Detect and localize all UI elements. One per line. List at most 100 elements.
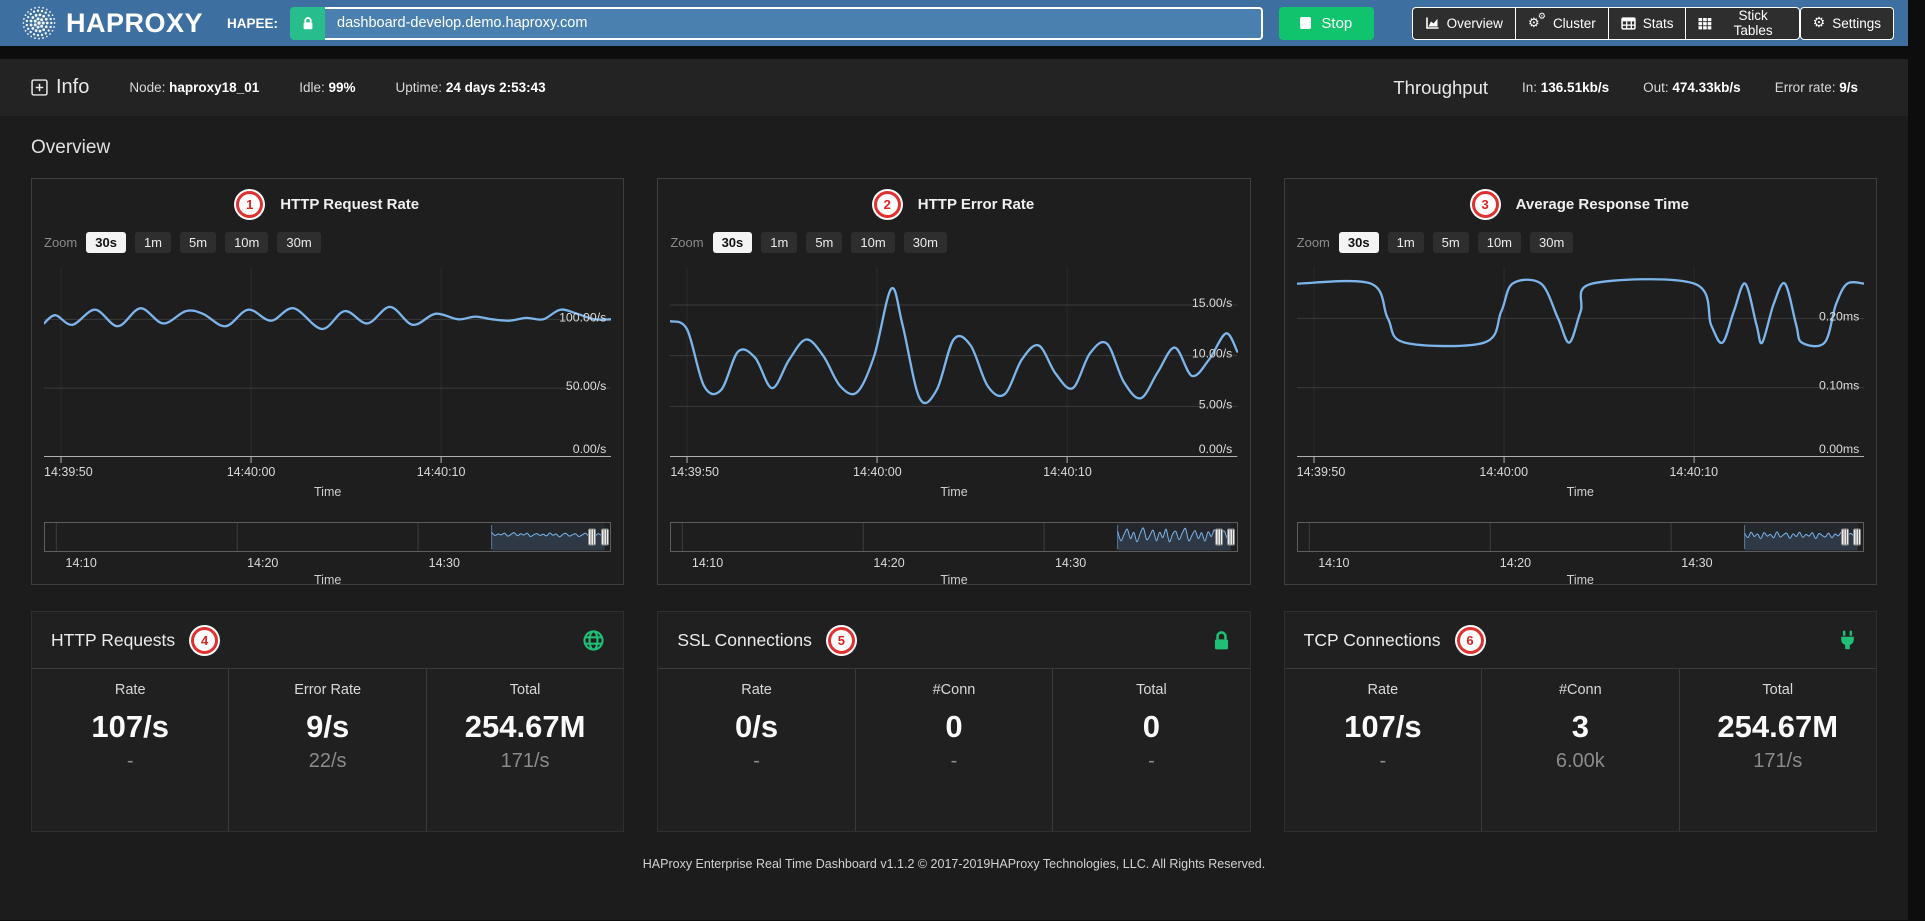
stats-button[interactable]: Stats xyxy=(1608,7,1686,40)
zoom-row: Zoom 30s1m5m10m30m xyxy=(670,230,1237,254)
expand-plus-icon xyxy=(31,79,48,96)
chart-plot: 100.00/s50.00/s0.00/s xyxy=(44,267,611,464)
step-badge: 1 xyxy=(236,191,263,218)
zoom-1m-button[interactable]: 1m xyxy=(761,232,797,253)
stat-label: Total xyxy=(427,682,623,698)
zoom-row: Zoom 30s1m5m10m30m xyxy=(1297,230,1864,254)
gear-icon: ⚙ xyxy=(1813,16,1826,30)
stat-value: 107/s xyxy=(32,709,228,745)
lock-icon xyxy=(301,16,315,31)
zoom-30s-button[interactable]: 30s xyxy=(1339,232,1379,253)
zoom-30m-button[interactable]: 30m xyxy=(1530,232,1573,253)
navigator-handle-right[interactable] xyxy=(1853,529,1861,546)
info-left: Info Node: haproxy18_01 Idle: 99% Uptime… xyxy=(31,76,546,99)
zoom-row: Zoom 30s1m5m10m30m xyxy=(44,230,611,254)
card-header: SSL Connections 5 xyxy=(658,612,1249,669)
scrollbar[interactable] xyxy=(1908,0,1925,921)
stat-label: Error Rate xyxy=(229,682,425,698)
zoom-5m-button[interactable]: 5m xyxy=(180,232,216,253)
x-axis-label: 14:40:10 xyxy=(1043,465,1092,479)
x-axis-label: 14:40:10 xyxy=(417,465,466,479)
zoom-10m-button[interactable]: 10m xyxy=(225,232,268,253)
navigator-handle-left[interactable] xyxy=(588,529,596,546)
zoom-5m-button[interactable]: 5m xyxy=(1433,232,1469,253)
chart-navigator[interactable] xyxy=(44,522,611,552)
zoom-buttons: 30s 1m 5m 10m 30m xyxy=(86,232,320,253)
chart-area-icon xyxy=(1425,16,1440,30)
zoom-5m-button[interactable]: 5m xyxy=(806,232,842,253)
x-axis-label: 14:39:50 xyxy=(44,465,93,479)
card-title: SSL Connections xyxy=(677,630,812,651)
node-info: Node: haproxy18_01 xyxy=(129,80,259,95)
avg-response-time-chart-panel: 3 Average Response Time Zoom 30s1m5m10m3… xyxy=(1284,178,1877,585)
zoom-30m-button[interactable]: 30m xyxy=(904,232,947,253)
navigator-handle-left[interactable] xyxy=(1215,529,1223,546)
zoom-30s-button[interactable]: 30s xyxy=(86,232,126,253)
step-badge: 5 xyxy=(828,627,855,654)
lock-button[interactable] xyxy=(290,7,325,40)
svg-text:0.10ms: 0.10ms xyxy=(1819,379,1859,393)
stat-col: Error Rate 9/s 22/s xyxy=(228,669,425,831)
navigator-handle-right[interactable] xyxy=(1227,529,1235,546)
stat-subvalue: - xyxy=(658,750,854,773)
settings-label: Settings xyxy=(1832,16,1881,31)
stat-subvalue: 171/s xyxy=(1680,750,1876,773)
info-toggle[interactable]: Info xyxy=(31,76,89,99)
throughput-group: Throughput In: 136.51kb/s Out: 474.33kb/… xyxy=(1393,77,1858,99)
chart-navigator[interactable] xyxy=(670,522,1237,552)
chart-navigator[interactable] xyxy=(1297,522,1864,552)
navigator-labels: 14:1014:2014:30 xyxy=(44,556,611,572)
view-switcher: Overview ⚙ ⚙ Cluster Stats xyxy=(1412,7,1800,40)
stat-col: #Conn 0 - xyxy=(855,669,1052,831)
stop-button[interactable]: Stop xyxy=(1279,7,1374,40)
ssl-connections-card: SSL Connections 5 Rate 0/s - xyxy=(657,611,1250,832)
stat-col: Rate 107/s - xyxy=(32,669,228,831)
svg-text:0.00/s: 0.00/s xyxy=(1199,442,1233,456)
stat-subvalue: 6.00k xyxy=(1482,750,1678,773)
x-axis-label: 14:39:50 xyxy=(1297,465,1346,479)
page-title: Overview xyxy=(0,116,1908,178)
zoom-10m-button[interactable]: 10m xyxy=(851,232,894,253)
zoom-1m-button[interactable]: 1m xyxy=(135,232,171,253)
chart-header: 3 Average Response Time xyxy=(1297,190,1864,219)
stick-tables-button[interactable]: Stick Tables xyxy=(1685,7,1799,40)
chart-title: HTTP Request Rate xyxy=(280,196,419,213)
navigator-handle-right[interactable] xyxy=(601,529,609,546)
throughput-in: In: 136.51kb/s xyxy=(1522,80,1609,95)
overview-button[interactable]: Overview xyxy=(1412,7,1515,40)
navigator-x-label: 14:30 xyxy=(1055,556,1086,570)
stat-value: 9/s xyxy=(229,709,425,745)
zoom-30s-button[interactable]: 30s xyxy=(713,232,753,253)
overview-label: Overview xyxy=(1447,16,1503,31)
chart-plot-svg: 100.00/s50.00/s0.00/s xyxy=(44,267,611,464)
navigator-svg xyxy=(1298,523,1863,551)
settings-button[interactable]: ⚙ Settings xyxy=(1800,7,1894,40)
navigator-handle-left[interactable] xyxy=(1841,529,1849,546)
x-axis-title: Time xyxy=(44,485,611,501)
navigator-x-label: 14:10 xyxy=(1318,556,1349,570)
chart-header: 1 HTTP Request Rate xyxy=(44,190,611,219)
chart-plot: 15.00/s10.00/s5.00/s0.00/s xyxy=(670,267,1237,464)
hapee-label: HAPEE: xyxy=(227,16,278,31)
x-axis-label: 14:40:00 xyxy=(853,465,902,479)
brand-name: HAPROXY xyxy=(66,8,203,39)
stat-col: Total 0 - xyxy=(1052,669,1249,831)
url-input[interactable]: dashboard-develop.demo.haproxy.com xyxy=(325,7,1263,40)
zoom-buttons: 30s 1m 5m 10m 30m xyxy=(713,232,947,253)
stat-col: Rate 107/s - xyxy=(1285,669,1481,831)
stat-col: Total 254.67M 171/s xyxy=(426,669,623,831)
gears-icon: ⚙ ⚙ xyxy=(1528,15,1546,31)
stat-value: 254.67M xyxy=(1680,709,1876,745)
svg-text:5.00/s: 5.00/s xyxy=(1199,397,1233,411)
chart-plot: 0.20ms0.10ms0.00ms xyxy=(1297,267,1864,464)
http-requests-card: HTTP Requests 4 Rate 107/s xyxy=(31,611,624,832)
zoom-10m-button[interactable]: 10m xyxy=(1478,232,1521,253)
cluster-button[interactable]: ⚙ ⚙ Cluster xyxy=(1515,7,1608,40)
svg-text:0.00ms: 0.00ms xyxy=(1819,442,1859,456)
uptime-info: Uptime: 24 days 2:53:43 xyxy=(396,80,546,95)
zoom-1m-button[interactable]: 1m xyxy=(1388,232,1424,253)
svg-text:50.00/s: 50.00/s xyxy=(566,379,606,393)
zoom-30m-button[interactable]: 30m xyxy=(277,232,320,253)
throughput-label: Throughput xyxy=(1393,77,1488,99)
lock-icon xyxy=(1212,630,1231,651)
